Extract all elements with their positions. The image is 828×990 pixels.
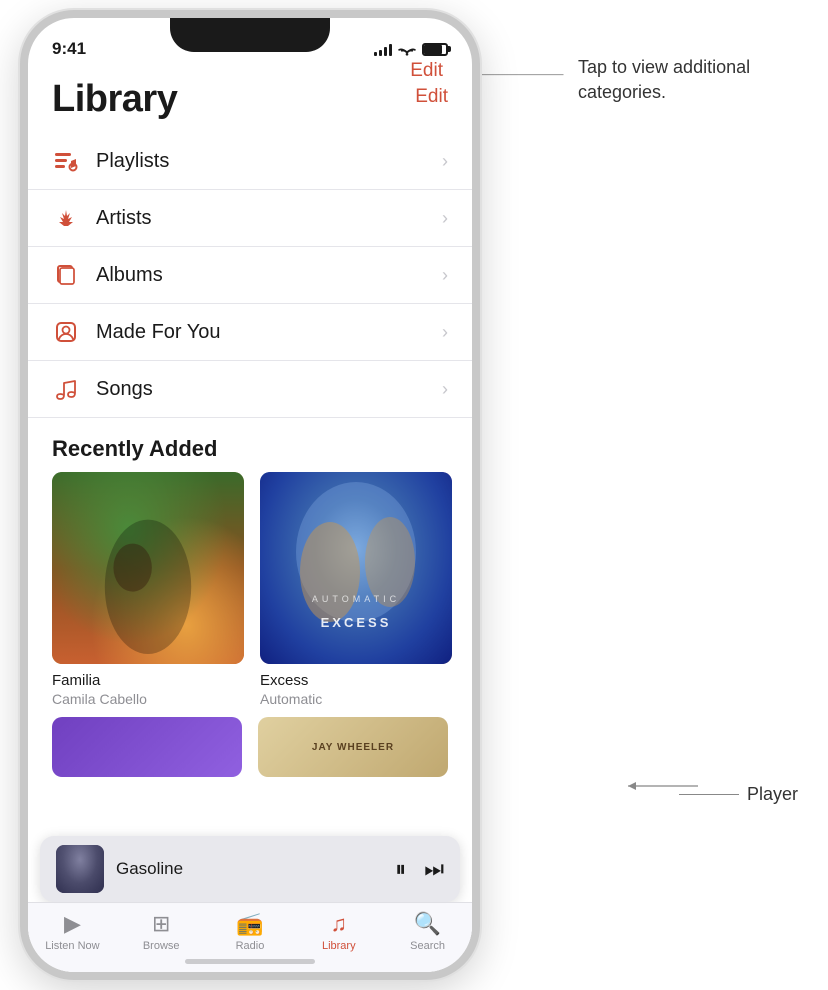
albums-icon	[52, 261, 80, 289]
volume-up-button	[20, 193, 22, 258]
signal-bars-icon	[374, 43, 392, 56]
mini-player-art	[56, 845, 104, 893]
artists-icon	[52, 204, 80, 232]
player-annotation-line	[679, 794, 739, 795]
tab-radio-label: Radio	[236, 940, 265, 952]
page-title: Library	[52, 78, 177, 121]
svg-text:AUTOMATIC: AUTOMATIC	[312, 594, 400, 604]
power-button	[478, 178, 480, 248]
tab-listen-now[interactable]: ▶ Listen Now	[28, 911, 117, 952]
library-icon: ♫	[331, 911, 348, 937]
home-indicator	[185, 959, 315, 964]
volume-down-button	[20, 273, 22, 338]
svg-text:EXCESS: EXCESS	[321, 615, 392, 630]
header: Library Edit	[28, 68, 472, 125]
made-for-you-chevron: ›	[442, 322, 448, 343]
status-time: 9:41	[52, 39, 86, 59]
tab-search[interactable]: 🔍 Search	[383, 911, 472, 952]
tab-browse[interactable]: ⊞ Browse	[117, 911, 206, 952]
playlists-label: Playlists	[96, 150, 169, 173]
songs-chevron: ›	[442, 379, 448, 400]
tab-browse-label: Browse	[143, 940, 180, 952]
mini-player-title: Gasoline	[116, 859, 383, 879]
screen-content: Library Edit	[28, 68, 472, 972]
edit-callout-text: Tap to view additional categories.	[578, 57, 750, 102]
album-card-familia[interactable]: Familia Camila Cabello	[52, 472, 244, 707]
listen-now-icon: ▶	[64, 911, 81, 937]
browse-icon: ⊞	[152, 911, 170, 937]
songs-icon	[52, 375, 80, 403]
nav-item-artists[interactable]: Artists ›	[28, 190, 472, 247]
artists-label: Artists	[96, 207, 152, 230]
songs-label: Songs	[96, 378, 153, 401]
album-art-familia	[52, 472, 244, 664]
album-card-excess[interactable]: EXCESS AUTOMATIC Excess Automatic	[260, 472, 452, 707]
peek-card-2-label: JAY WHEELER	[308, 738, 398, 757]
nav-item-albums[interactable]: Albums ›	[28, 247, 472, 304]
edit-callout: Tap to view additional categories.	[578, 55, 798, 105]
recently-added-title: Recently Added	[28, 418, 472, 472]
nav-item-songs[interactable]: Songs ›	[28, 361, 472, 418]
albums-grid: Familia Camila Cabello EX	[28, 472, 472, 707]
nav-item-playlists[interactable]: Playlists ›	[28, 133, 472, 190]
tab-library[interactable]: ♫ Library	[294, 911, 383, 952]
phone-frame: 9:41	[20, 10, 480, 980]
mini-player[interactable]: Gasoline ⏸ ⏭	[40, 836, 460, 902]
search-icon: 🔍	[414, 911, 441, 937]
edit-annotation-label: Edit	[410, 60, 443, 82]
album-title-excess: Excess	[260, 672, 452, 689]
album-art-excess: EXCESS AUTOMATIC	[260, 472, 452, 664]
album-artist-excess: Automatic	[260, 691, 452, 707]
peek-card-1[interactable]	[52, 717, 242, 777]
nav-item-made-for-you[interactable]: Made For You ›	[28, 304, 472, 361]
status-icons	[374, 42, 448, 56]
edit-button[interactable]: Edit	[415, 78, 448, 108]
peek-row: JAY WHEELER	[28, 707, 472, 777]
playlists-icon	[52, 147, 80, 175]
mute-button	[20, 138, 22, 178]
battery-icon	[422, 43, 448, 56]
pause-button[interactable]: ⏸	[395, 856, 406, 882]
notch	[170, 18, 330, 52]
album-title-familia: Familia	[52, 672, 244, 689]
scene: Tap to view additional categories. Edit …	[0, 0, 828, 990]
artists-chevron: ›	[442, 208, 448, 229]
tab-library-label: Library	[322, 940, 356, 952]
player-annotation-text: Player	[747, 784, 798, 805]
album-artist-familia: Camila Cabello	[52, 691, 244, 707]
tab-radio[interactable]: 📻 Radio	[206, 911, 295, 952]
skip-forward-button[interactable]: ⏭	[424, 856, 444, 882]
made-for-you-label: Made For You	[96, 321, 221, 344]
playlists-chevron: ›	[442, 151, 448, 172]
albums-label: Albums	[96, 264, 163, 287]
mini-player-controls: ⏸ ⏭	[395, 856, 444, 882]
tab-search-label: Search	[410, 940, 445, 952]
wifi-icon	[398, 42, 416, 56]
radio-icon: 📻	[236, 911, 263, 937]
nav-list: Playlists › Artists ›	[28, 133, 472, 418]
albums-chevron: ›	[442, 265, 448, 286]
made-for-you-icon	[52, 318, 80, 346]
peek-card-2[interactable]: JAY WHEELER	[258, 717, 448, 777]
tab-listen-now-label: Listen Now	[45, 940, 99, 952]
